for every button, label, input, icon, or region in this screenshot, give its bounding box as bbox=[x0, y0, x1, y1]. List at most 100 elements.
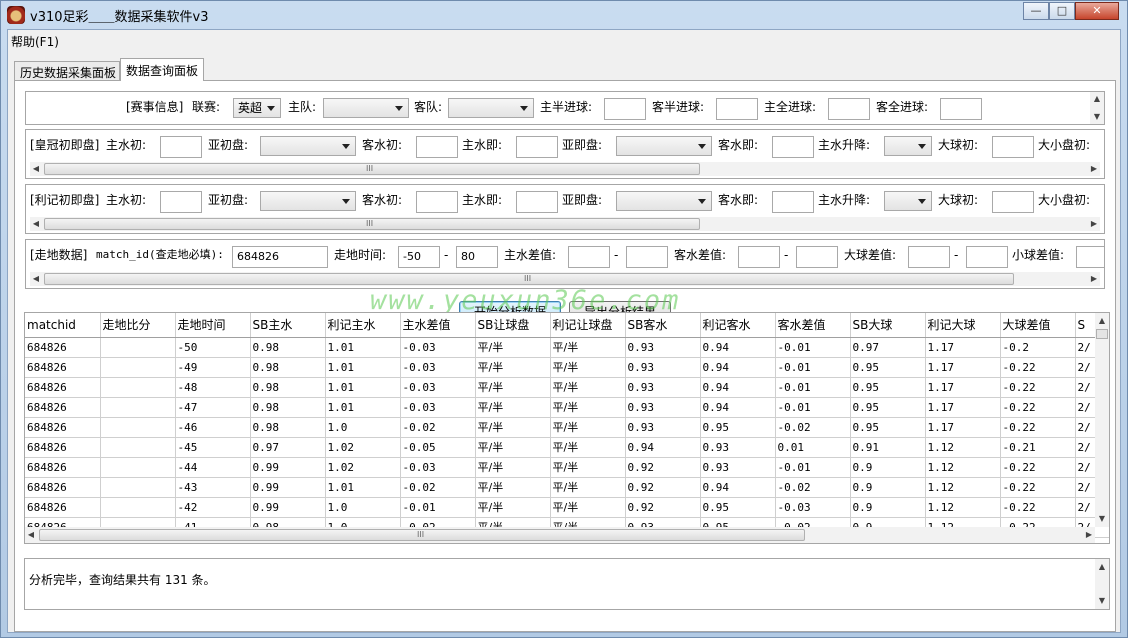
log-vscroll[interactable]: ▲ ▼ bbox=[1095, 559, 1109, 609]
table-cell[interactable]: -0.2 bbox=[1000, 337, 1076, 358]
table-cell[interactable]: 平/半 bbox=[475, 437, 551, 458]
table-row[interactable]: 684826 -50 0.98 1.01 -0.03 平/半 平/半 0.93 0.94 -0.0… bbox=[25, 337, 1109, 358]
table-cell[interactable]: 1.02 bbox=[325, 457, 401, 478]
table-cell[interactable]: -0.22 bbox=[1000, 477, 1076, 498]
table-cell[interactable]: 平/半 bbox=[475, 417, 551, 438]
scroll-right-arrow-icon[interactable]: ▶ bbox=[1083, 528, 1095, 542]
lj-asian-instant-select[interactable] bbox=[616, 191, 712, 211]
scroll-right-arrow-icon[interactable]: ▶ bbox=[1088, 217, 1100, 231]
scroll-up-arrow-icon[interactable]: ▲ bbox=[1095, 561, 1109, 573]
table-cell[interactable]: 1.17 bbox=[925, 377, 1001, 398]
column-header[interactable]: 大球差值 bbox=[1000, 313, 1076, 338]
table-cell[interactable] bbox=[100, 397, 176, 418]
table-cell[interactable]: -0.22 bbox=[1000, 397, 1076, 418]
big-diff-to-input[interactable] bbox=[966, 246, 1008, 268]
table-cell[interactable]: -0.22 bbox=[1000, 457, 1076, 478]
table-cell[interactable]: 1.12 bbox=[925, 457, 1001, 478]
table-cell[interactable]: 1.01 bbox=[325, 337, 401, 358]
table-cell[interactable]: 1.01 bbox=[325, 357, 401, 378]
table-cell[interactable]: 1.17 bbox=[925, 357, 1001, 378]
table-cell[interactable]: 0.95 bbox=[850, 377, 926, 398]
walk-time-from-input[interactable]: -50 bbox=[398, 246, 440, 268]
table-cell[interactable]: 0.95 bbox=[700, 417, 776, 438]
table-row[interactable]: 684826 -46 0.98 1.0 -0.02 平/半 平/半 0.93 0.95 -0.02… bbox=[25, 417, 1109, 438]
table-cell[interactable]: 0.94 bbox=[700, 397, 776, 418]
scroll-left-arrow-icon[interactable]: ◀ bbox=[30, 272, 42, 286]
table-cell[interactable]: -0.01 bbox=[775, 357, 851, 378]
home-half-goals-input[interactable] bbox=[604, 98, 646, 120]
table-cell[interactable]: -0.01 bbox=[775, 397, 851, 418]
column-header[interactable]: SB大球 bbox=[850, 313, 926, 338]
table-cell[interactable]: 0.93 bbox=[625, 397, 701, 418]
table-cell[interactable]: 1.17 bbox=[925, 417, 1001, 438]
table-cell[interactable]: -0.22 bbox=[1000, 377, 1076, 398]
away-team-select[interactable] bbox=[448, 98, 534, 118]
table-cell[interactable]: 684826 bbox=[25, 357, 101, 378]
table-cell[interactable]: 平/半 bbox=[475, 377, 551, 398]
table-cell[interactable]: 0.93 bbox=[625, 357, 701, 378]
table-cell[interactable]: 0.93 bbox=[700, 457, 776, 478]
table-cell[interactable]: 684826 bbox=[25, 377, 101, 398]
scroll-right-arrow-icon[interactable]: ▶ bbox=[1088, 162, 1100, 176]
crown-big-initial-input[interactable] bbox=[992, 136, 1034, 158]
column-header[interactable]: 利记主水 bbox=[325, 313, 401, 338]
lj-odds-hscroll[interactable]: ◀ III ▶ bbox=[30, 217, 1100, 231]
table-cell[interactable]: 0.9 bbox=[850, 497, 926, 518]
table-cell[interactable]: 0.93 bbox=[625, 337, 701, 358]
column-header[interactable]: 主水差值 bbox=[400, 313, 476, 338]
table-row[interactable]: 684826 -45 0.97 1.02 -0.05 平/半 平/半 0.94 0.93 0.01… bbox=[25, 437, 1109, 458]
table-cell[interactable]: 1.12 bbox=[925, 437, 1001, 458]
column-header[interactable]: 走地比分 bbox=[100, 313, 176, 338]
table-cell[interactable]: 平/半 bbox=[475, 477, 551, 498]
table-cell[interactable] bbox=[100, 457, 176, 478]
menu-help[interactable]: 帮助(F1) bbox=[11, 33, 59, 50]
table-row[interactable]: 684826 -44 0.99 1.02 -0.03 平/半 平/半 0.92 0.93 -0.0… bbox=[25, 457, 1109, 478]
column-header[interactable]: 利记大球 bbox=[925, 313, 1001, 338]
table-cell[interactable]: 平/半 bbox=[475, 357, 551, 378]
table-cell[interactable]: 0.91 bbox=[850, 437, 926, 458]
table-cell[interactable]: 0.99 bbox=[250, 477, 326, 498]
table-cell[interactable]: 0.01 bbox=[775, 437, 851, 458]
table-cell[interactable]: 1.17 bbox=[925, 397, 1001, 418]
table-cell[interactable]: 684826 bbox=[25, 477, 101, 498]
lj-home-instant-input[interactable] bbox=[516, 191, 558, 213]
match-id-input[interactable]: 684826 bbox=[232, 246, 328, 268]
table-cell[interactable]: 平/半 bbox=[550, 377, 626, 398]
tab-history-collect[interactable]: 历史数据采集面板 bbox=[14, 61, 120, 81]
home-full-goals-input[interactable] bbox=[828, 98, 870, 120]
table-cell[interactable]: 0.97 bbox=[850, 337, 926, 358]
table-cell[interactable]: -0.01 bbox=[400, 497, 476, 518]
table-cell[interactable]: -46 bbox=[175, 417, 251, 438]
table-cell[interactable]: -45 bbox=[175, 437, 251, 458]
table-cell[interactable] bbox=[100, 477, 176, 498]
walk-data-hscroll[interactable]: ◀ III ▶ bbox=[30, 272, 1100, 286]
grid-hscroll[interactable]: ◀ III ▶ bbox=[25, 527, 1095, 543]
table-cell[interactable]: -50 bbox=[175, 337, 251, 358]
table-cell[interactable] bbox=[100, 337, 176, 358]
table-cell[interactable]: 0.92 bbox=[625, 457, 701, 478]
table-cell[interactable]: 0.98 bbox=[250, 337, 326, 358]
table-cell[interactable]: 平/半 bbox=[475, 457, 551, 478]
table-cell[interactable]: 平/半 bbox=[550, 497, 626, 518]
crown-away-initial-input[interactable] bbox=[416, 136, 458, 158]
lj-away-initial-input[interactable] bbox=[416, 191, 458, 213]
away-diff-from-input[interactable] bbox=[738, 246, 780, 268]
table-cell[interactable]: 平/半 bbox=[550, 417, 626, 438]
small-diff-from-input[interactable] bbox=[1076, 246, 1104, 268]
table-row[interactable]: 684826 -43 0.99 1.01 -0.02 平/半 平/半 0.92 0.94 -0.0… bbox=[25, 477, 1109, 498]
close-button[interactable]: ✕ bbox=[1075, 2, 1119, 20]
table-cell[interactable]: 0.99 bbox=[250, 457, 326, 478]
table-cell[interactable]: -0.03 bbox=[400, 457, 476, 478]
table-cell[interactable]: 1.01 bbox=[325, 477, 401, 498]
table-cell[interactable]: 1.0 bbox=[325, 417, 401, 438]
crown-odds-hscroll[interactable]: ◀ III ▶ bbox=[30, 162, 1100, 176]
scroll-up-arrow-icon[interactable]: ▲ bbox=[1095, 315, 1109, 327]
minimize-button[interactable]: — bbox=[1023, 2, 1049, 20]
walk-time-to-input[interactable]: 80 bbox=[456, 246, 498, 268]
table-cell[interactable]: 0.99 bbox=[250, 497, 326, 518]
column-header[interactable]: matchid bbox=[25, 313, 101, 338]
table-cell[interactable]: -0.03 bbox=[400, 357, 476, 378]
lj-home-initial-input[interactable] bbox=[160, 191, 202, 213]
table-cell[interactable]: 平/半 bbox=[550, 437, 626, 458]
table-cell[interactable]: 0.95 bbox=[700, 497, 776, 518]
